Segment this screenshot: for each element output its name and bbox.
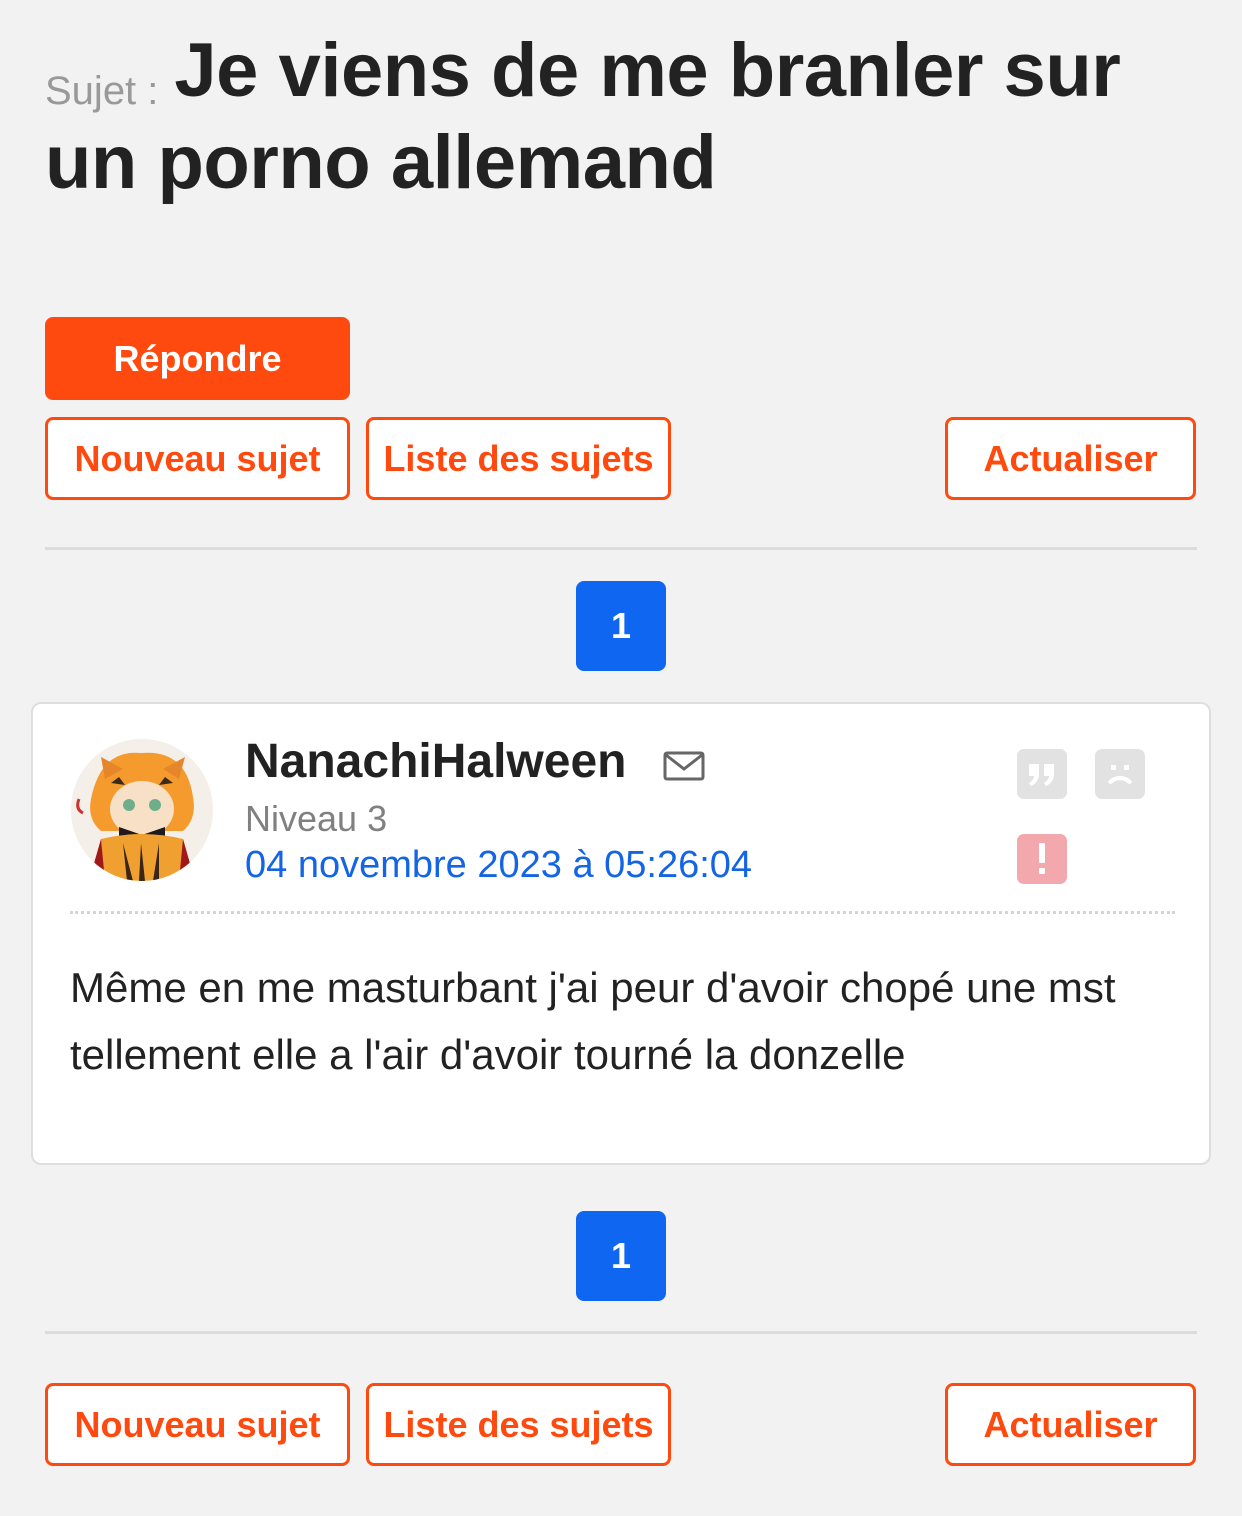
refresh-button-bottom[interactable]: Actualiser — [945, 1383, 1196, 1466]
report-icon[interactable] — [1017, 834, 1067, 884]
post-body: Même en me masturbant j'ai peur d'avoir … — [70, 964, 1116, 1078]
author-level: Niveau 3 — [245, 798, 388, 839]
mail-icon[interactable] — [663, 750, 705, 782]
post-card: NanachiHalween Niveau 3 04 novembre 2023… — [31, 702, 1211, 1165]
topic-list-button[interactable]: Liste des sujets — [366, 417, 671, 500]
sad-face-icon[interactable] — [1095, 749, 1145, 799]
divider — [45, 547, 1197, 550]
subject-label: Sujet : — [45, 69, 159, 114]
divider-bottom — [45, 1331, 1197, 1334]
quote-icon[interactable] — [1017, 749, 1067, 799]
post-author[interactable]: NanachiHalween — [245, 734, 626, 789]
page-title: Je viens de me branler sur un porno alle… — [45, 28, 1121, 205]
page-button-current-bottom[interactable]: 1 — [576, 1211, 666, 1301]
refresh-button[interactable]: Actualiser — [945, 417, 1196, 500]
new-topic-button-bottom[interactable]: Nouveau sujet — [45, 1383, 350, 1466]
avatar[interactable] — [71, 739, 213, 881]
topic-header: Sujet : Je viens de me branler sur un por… — [45, 25, 1195, 209]
page-button-current[interactable]: 1 — [576, 581, 666, 671]
post-divider — [70, 911, 1175, 914]
reply-button[interactable]: Répondre — [45, 317, 350, 400]
new-topic-button[interactable]: Nouveau sujet — [45, 417, 350, 500]
post-date[interactable]: 04 novembre 2023 à 05:26:04 — [245, 844, 752, 887]
topic-list-button-bottom[interactable]: Liste des sujets — [366, 1383, 671, 1466]
